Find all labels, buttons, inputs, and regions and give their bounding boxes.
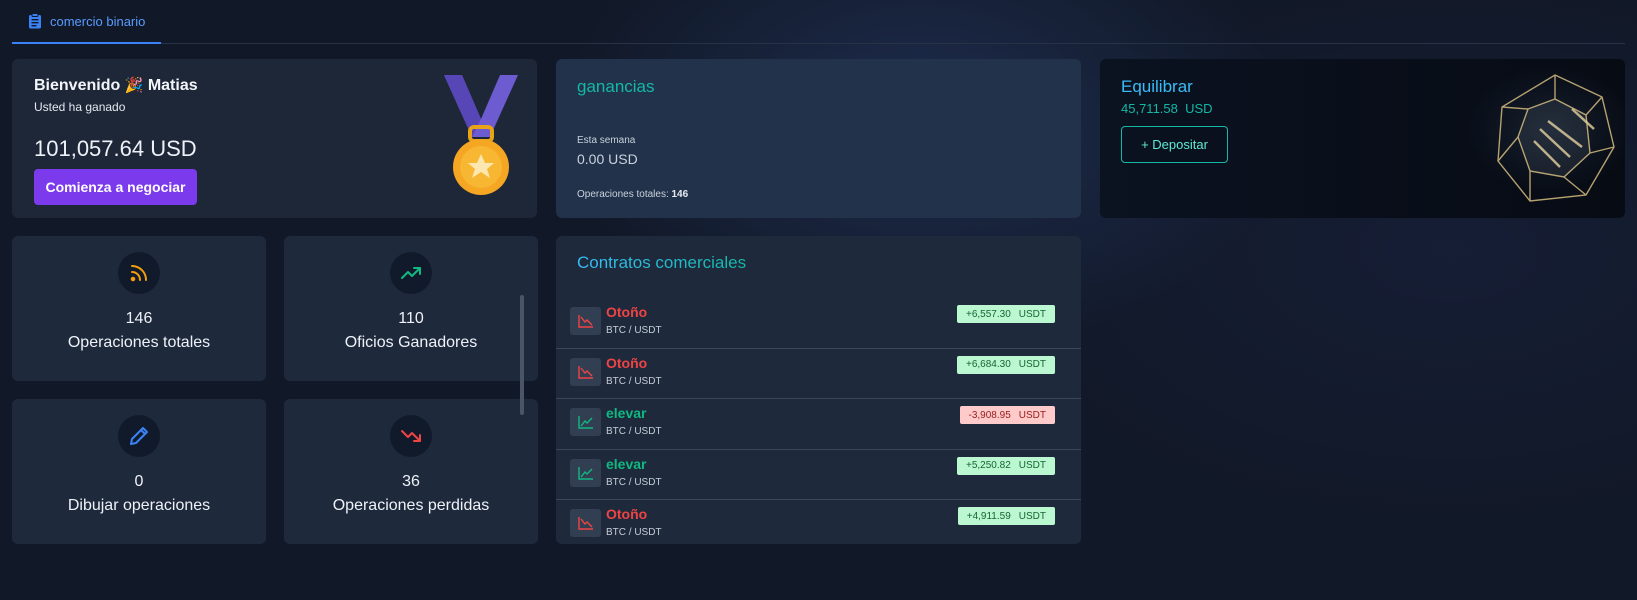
contract-amount: +5,250.82 xyxy=(966,460,1011,471)
total-operations-value: 146 xyxy=(671,189,689,200)
start-trading-button[interactable]: Comienza a negociar xyxy=(34,169,197,205)
tab-bar: comercio binario xyxy=(12,0,1625,44)
stat-label: Operaciones totales xyxy=(67,334,211,351)
stat-draw-operations: 0 Dibujar operaciones xyxy=(12,399,266,544)
welcome-subtitle: Usted ha ganado xyxy=(34,100,126,114)
contract-amount-badge: +4,911.59 USDT xyxy=(957,507,1055,525)
greeting-text: Bienvenido xyxy=(34,77,121,94)
rss-icon xyxy=(118,252,160,294)
stat-winning-trades: 110 Oficios Ganadores xyxy=(284,236,538,381)
balance-value: 45,711.58 USD xyxy=(1121,101,1213,116)
welcome-title: Bienvenido 🎉 Matias xyxy=(34,76,198,95)
stat-lost-operations: 36 Operaciones perdidas xyxy=(284,399,538,544)
contract-type: Otoño xyxy=(606,506,648,522)
trend-up-icon xyxy=(570,408,601,436)
stat-label: Oficios Ganadores xyxy=(344,334,478,351)
welcome-card: Bienvenido 🎉 Matias Usted ha ganado 101,… xyxy=(12,59,537,218)
total-operations-label: Operaciones totales: xyxy=(577,189,669,200)
stat-label: Operaciones perdidas xyxy=(332,497,490,514)
trending-up-icon xyxy=(390,252,432,294)
contract-row[interactable]: elevar BTC / USDT +5,250.82 USDT xyxy=(556,450,1081,500)
contract-pair: BTC / USDT xyxy=(606,527,662,538)
user-name: Matias xyxy=(147,77,198,94)
balance-card: Equilibrar 45,711.58 USD + Depositar xyxy=(1100,59,1625,218)
earned-amount: 101,057.64 USD xyxy=(34,136,197,161)
medal-icon xyxy=(444,75,518,195)
trend-down-icon xyxy=(570,357,601,386)
contract-amount: +4,911.59 xyxy=(966,510,1011,522)
balance-title: Equilibrar xyxy=(1121,77,1193,96)
contract-type: Otoño xyxy=(606,304,648,320)
contract-amount: +6,557.30 xyxy=(966,308,1011,320)
total-operations: Operaciones totales: 146 xyxy=(577,189,688,200)
stat-value: 0 xyxy=(134,473,144,490)
contract-pair: BTC / USDT xyxy=(606,476,662,488)
contract-unit: USDT xyxy=(1018,460,1046,471)
contract-pair: BTC / USDT xyxy=(606,426,662,437)
trend-down-icon xyxy=(570,307,601,335)
contract-type: Otoño xyxy=(606,354,648,371)
trending-down-icon xyxy=(390,415,432,457)
contract-unit: USDT xyxy=(1018,359,1046,370)
stat-value: 36 xyxy=(402,473,420,490)
balance-currency: USD xyxy=(1185,101,1213,116)
party-icon: 🎉 xyxy=(124,77,144,94)
contract-amount-badge: -3,908.95 USDT xyxy=(959,406,1055,424)
week-label: Esta semana xyxy=(577,135,636,146)
contract-unit: USDT xyxy=(1018,409,1046,421)
contract-type: elevar xyxy=(606,455,647,472)
trend-down-icon xyxy=(570,509,601,537)
contract-amount-badge: +6,684.30 USDT xyxy=(957,355,1055,374)
earnings-card: ganancias Esta semana 0.00 USD Operacion… xyxy=(556,59,1081,218)
contract-amount: +6,684.30 xyxy=(966,359,1011,370)
tab-label: comercio binario xyxy=(50,13,146,29)
tab-comercio-binario[interactable]: comercio binario xyxy=(12,0,161,44)
stat-total-operations: 146 Operaciones totales xyxy=(12,236,266,381)
contracts-title: Contratos comerciales xyxy=(577,253,747,272)
stat-label: Dibujar operaciones xyxy=(67,497,211,514)
contract-row[interactable]: Otoño BTC / USDT +6,684.30 USDT xyxy=(556,349,1081,399)
deposit-button[interactable]: + Depositar xyxy=(1121,126,1228,163)
stat-value: 146 xyxy=(125,310,153,327)
trade-contracts-card: Contratos comerciales Otoño BTC / USDT +… xyxy=(556,236,1081,544)
earnings-title: ganancias xyxy=(577,77,655,96)
contract-unit: USDT xyxy=(1018,308,1046,320)
contracts-list[interactable]: Otoño BTC / USDT +6,557.30 USDT Otoño BT… xyxy=(556,298,1081,544)
contract-amount-badge: +6,557.30 USDT xyxy=(957,305,1055,323)
week-value: 0.00 USD xyxy=(577,151,638,167)
contract-row[interactable]: elevar BTC / USDT -3,908.95 USDT xyxy=(556,399,1081,450)
pencil-icon xyxy=(118,415,160,457)
contract-amount: -3,908.95 xyxy=(968,409,1011,421)
crystal-graphic xyxy=(1497,74,1615,202)
contracts-scrollbar[interactable] xyxy=(520,295,524,415)
contract-row[interactable]: Otoño BTC / USDT +6,557.30 USDT xyxy=(556,298,1081,349)
clipboard-icon xyxy=(29,13,41,29)
balance-amount: 45,711.58 xyxy=(1121,101,1178,116)
contract-type: elevar xyxy=(606,405,647,421)
contract-pair: BTC / USDT xyxy=(606,325,662,336)
contract-amount-badge: +5,250.82 USDT xyxy=(957,456,1055,475)
stat-value: 110 xyxy=(398,310,424,327)
contract-pair: BTC / USDT xyxy=(606,375,662,387)
contract-row[interactable]: Otoño BTC / USDT +4,911.59 USDT xyxy=(556,500,1081,544)
contract-unit: USDT xyxy=(1018,510,1046,522)
trend-up-icon xyxy=(570,458,601,487)
